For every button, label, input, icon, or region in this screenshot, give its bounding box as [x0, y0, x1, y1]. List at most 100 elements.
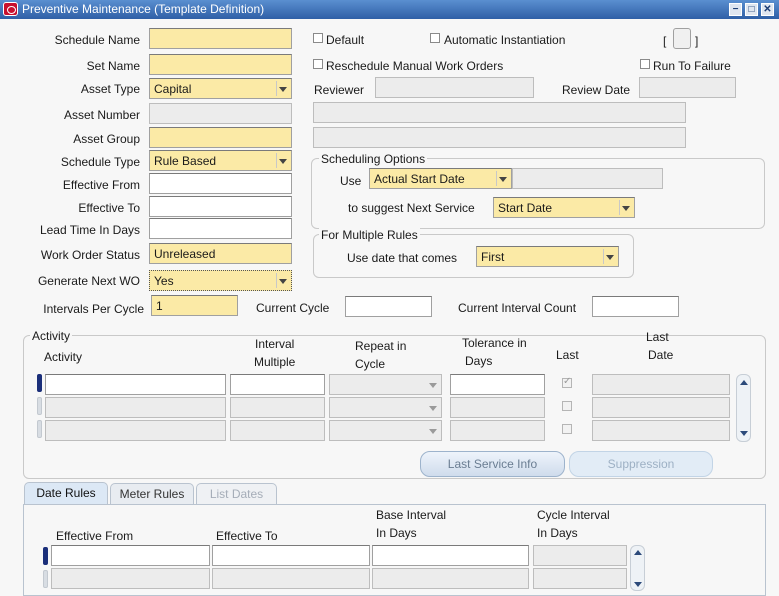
asset-type-select[interactable]: Capital — [149, 78, 292, 99]
lead-time-label: Lead Time In Days — [39, 223, 140, 237]
cycle-interval-header-line1: Cycle Interval — [537, 508, 610, 522]
activity-row-3-last-date[interactable] — [592, 420, 730, 441]
asset-group-field[interactable] — [149, 127, 292, 148]
activity-row-3-activity[interactable] — [45, 420, 226, 441]
activity-row-1-activity[interactable] — [45, 374, 226, 395]
activity-row-3-tolerance[interactable] — [450, 420, 545, 441]
date-rule-row-2-marker[interactable] — [43, 570, 48, 588]
title-bar: Preventive Maintenance (Template Definit… — [0, 0, 779, 19]
default-checkbox[interactable] — [313, 33, 323, 43]
suppression-button[interactable]: Suppression — [569, 451, 713, 477]
effective-from-field[interactable] — [149, 173, 292, 194]
current-interval-count-field[interactable] — [592, 296, 679, 317]
asset-number-description[interactable] — [313, 102, 686, 123]
repeat-in-cycle-header-line1: Repeat in — [355, 339, 407, 353]
reviewer-field[interactable] — [375, 77, 534, 98]
window-title: Preventive Maintenance (Template Definit… — [22, 2, 265, 16]
date-rule-row-2-base-interval[interactable] — [372, 568, 529, 589]
run-to-failure-checkbox[interactable] — [640, 59, 650, 69]
schedule-type-label: Schedule Type — [60, 155, 140, 169]
date-rule-row-2-effective-to[interactable] — [212, 568, 370, 589]
bracket-close: ] — [695, 34, 699, 48]
close-button[interactable]: ✕ — [761, 3, 774, 16]
suggest-next-service-select[interactable]: Start Date — [493, 197, 635, 218]
asset-type-label: Asset Type — [80, 82, 140, 96]
activity-row-2-repeat-in-cycle[interactable] — [329, 397, 442, 418]
activity-row-1-last-checkbox[interactable] — [562, 376, 572, 388]
use-date-that-comes-select[interactable]: First — [476, 246, 619, 267]
asset-number-label: Asset Number — [63, 108, 140, 122]
activity-column-header: Activity — [44, 350, 83, 364]
asset-group-description[interactable] — [313, 127, 686, 148]
work-order-status-field[interactable]: Unreleased — [149, 243, 292, 264]
current-cycle-field[interactable] — [345, 296, 432, 317]
activity-row-1-repeat-in-cycle[interactable] — [329, 374, 442, 395]
date-rule-row-2-effective-from[interactable] — [51, 568, 210, 589]
bracket-open: [ — [663, 34, 667, 48]
repeat-in-cycle-header-line2: Cycle — [355, 357, 386, 371]
date-rule-row-1-effective-from[interactable] — [51, 545, 210, 566]
reschedule-manual-wo-checkbox[interactable] — [313, 59, 323, 69]
interval-multiple-header-line2: Multiple — [254, 355, 296, 369]
activity-row-3-interval-multiple[interactable] — [230, 420, 325, 441]
use-date-select[interactable]: Actual Start Date — [369, 168, 512, 189]
date-rule-row-1-marker[interactable] — [43, 547, 48, 565]
effective-to-field[interactable] — [149, 196, 292, 217]
date-rules-scrollbar[interactable] — [630, 545, 645, 591]
flexfield-button[interactable] — [673, 28, 691, 49]
tab-list-dates[interactable]: List Dates — [196, 483, 277, 505]
asset-group-label: Asset Group — [73, 132, 140, 146]
suggest-next-service-value: Start Date — [498, 201, 553, 215]
work-order-status-label: Work Order Status — [40, 248, 140, 262]
use-date-description[interactable] — [512, 168, 663, 189]
activity-row-2-marker[interactable] — [37, 397, 42, 415]
date-rules-scroll-down-icon[interactable] — [634, 582, 642, 587]
generate-next-wo-select[interactable]: Yes — [149, 270, 292, 291]
multiple-rules-title: For Multiple Rules — [319, 228, 420, 242]
schedule-type-select[interactable]: Rule Based — [149, 150, 292, 171]
activity-row-1-tolerance[interactable] — [450, 374, 545, 395]
activity-row-2-last-date[interactable] — [592, 397, 730, 418]
activity-row-2-interval-multiple[interactable] — [230, 397, 325, 418]
activity-row-2-activity[interactable] — [45, 397, 226, 418]
tab-meter-rules[interactable]: Meter Rules — [110, 483, 194, 505]
activity-scrollbar[interactable] — [736, 374, 751, 442]
activity-row-3-repeat-in-cycle[interactable] — [329, 420, 442, 441]
activity-row-1-interval-multiple[interactable] — [230, 374, 325, 395]
activity-row-1-marker[interactable] — [37, 374, 42, 392]
activity-row-2-last-checkbox[interactable] — [562, 401, 572, 411]
schedule-name-field[interactable] — [149, 28, 292, 49]
maximize-button[interactable]: □ — [745, 3, 758, 16]
current-cycle-label: Current Cycle — [256, 301, 330, 315]
last-service-info-button[interactable]: Last Service Info — [420, 451, 565, 477]
date-rules-scroll-up-icon[interactable] — [634, 550, 642, 555]
activity-group-title: Activity — [30, 329, 73, 343]
tab-date-rules[interactable]: Date Rules — [24, 482, 108, 505]
review-date-label: Review Date — [562, 83, 631, 97]
review-date-field[interactable] — [639, 77, 736, 98]
scroll-up-icon[interactable] — [740, 380, 748, 385]
intervals-per-cycle-field[interactable]: 1 — [151, 295, 238, 316]
schedule-name-label: Schedule Name — [54, 33, 140, 47]
last-date-header-line1: Last — [646, 330, 669, 344]
activity-row-1-last-date[interactable] — [592, 374, 730, 395]
lead-time-field[interactable] — [149, 218, 292, 239]
activity-row-3-marker[interactable] — [37, 420, 42, 438]
use-date-that-comes-value: First — [481, 250, 505, 264]
set-name-field[interactable] — [149, 54, 292, 75]
effective-to-label: Effective To — [78, 201, 140, 215]
date-rules-effective-to-header: Effective To — [216, 529, 278, 543]
automatic-instantiation-checkbox[interactable] — [430, 33, 440, 43]
use-label: Use — [340, 174, 362, 188]
scroll-down-icon[interactable] — [740, 431, 748, 436]
date-rule-row-1-effective-to[interactable] — [212, 545, 370, 566]
last-date-header-line2: Date — [648, 348, 674, 362]
activity-row-2-tolerance[interactable] — [450, 397, 545, 418]
date-rule-row-1-base-interval[interactable] — [372, 545, 529, 566]
date-rule-row-1-cycle-interval[interactable] — [533, 545, 627, 566]
activity-row-3-last-checkbox[interactable] — [562, 424, 572, 434]
minimize-button[interactable]: − — [729, 3, 742, 16]
asset-number-field[interactable] — [149, 103, 292, 124]
date-rule-row-2-cycle-interval[interactable] — [533, 568, 627, 589]
interval-multiple-header-line1: Interval — [255, 337, 295, 351]
